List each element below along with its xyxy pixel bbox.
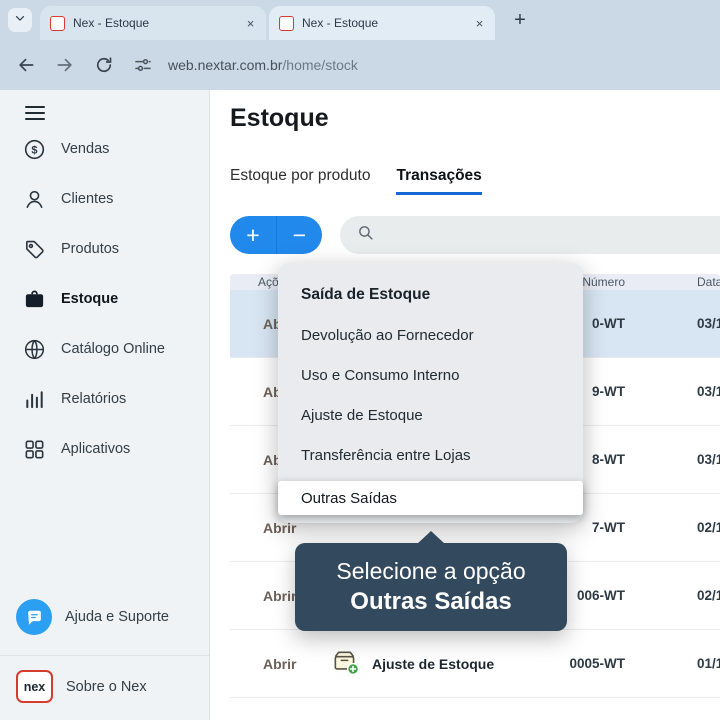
tab-title: Nex - Estoque [73,16,150,30]
sidebar-item-label: Catálogo Online [61,341,165,357]
menu-item-outras-saidas[interactable]: Outras Saídas [278,481,583,515]
forward-button[interactable] [55,55,75,75]
menu-item-devolucao-fornecedor[interactable]: Devolução ao Fornecedor [278,315,583,355]
tooltip-line-2: Outras Saídas [350,588,512,615]
tab-estoque-por-produto[interactable]: Estoque por produto [230,167,370,195]
sidebar-item-vendas[interactable]: $ Vendas [0,124,209,174]
sidebar-item-label: Vendas [61,141,110,157]
sidebar-bottom: Ajuda e Suporte nex Sobre o Nex [0,588,209,717]
sidebar-item-label: Clientes [61,191,114,207]
chat-icon [16,599,52,635]
sidebar-item-label: Relatórios [61,391,127,407]
row-date: 02/1 [697,520,720,535]
hamburger-icon [25,106,45,108]
tag-icon [26,240,44,258]
site-settings-button[interactable] [133,55,153,75]
sidebar-item-ajuda-suporte[interactable]: Ajuda e Suporte [0,588,209,646]
bar-chart-icon [26,390,43,408]
open-link[interactable]: Abrir [263,656,296,672]
url-field[interactable]: web.nextar.com.br/home/stock [168,57,358,73]
browser-window: Nex - Estoque × Nex - Estoque × + web.ne… [0,0,720,720]
add-transaction-button[interactable]: + [230,216,276,254]
new-tab-button[interactable]: + [507,7,533,33]
back-button[interactable] [16,55,36,75]
browser-tab-2[interactable]: Nex - Estoque × [269,6,495,40]
row-date: 03/1 [697,452,720,467]
back-arrow-icon [19,58,34,72]
remove-transaction-button[interactable]: − [276,216,322,254]
page-title: Estoque [230,104,329,132]
sidebar-item-estoque[interactable]: Estoque [0,274,209,324]
browser-tab-1[interactable]: Nex - Estoque × [40,6,266,40]
table-row: Abrir Ajuste de Estoque 0005-WT 01/1 [230,630,720,698]
nex-favicon [50,15,65,31]
chevron-down-icon [13,11,27,30]
tune-icon [135,58,151,71]
menu-item-transferencia-lojas[interactable]: Transferência entre Lojas [278,435,583,475]
nex-favicon [279,15,294,31]
reload-button[interactable] [94,55,114,75]
row-date: 02/1 [697,588,720,603]
tooltip-line-1: Selecione a opção [336,558,526,584]
search-input[interactable] [384,227,720,243]
grid-icon [25,440,44,458]
menu-toggle-button[interactable] [25,106,45,120]
row-date: 03/1 [697,316,720,331]
sidebar-item-relatorios[interactable]: Relatórios [0,374,209,424]
url-path: /home/stock [282,57,358,73]
briefcase-icon [25,290,44,307]
sidebar-item-sobre-nex[interactable]: nex Sobre o Nex [0,656,209,717]
globe-icon [24,339,45,359]
sidebar-item-aplicativos[interactable]: Aplicativos [0,424,209,474]
stock-action-buttons: + − [230,216,322,254]
dollar-circle-icon: $ [24,139,45,159]
sidebar: $ Vendas Clientes Produtos Estoque Catál… [0,90,210,720]
tab-title: Nex - Estoque [302,16,379,30]
browser-tab-strip: Nex - Estoque × Nex - Estoque × + [0,0,720,40]
stock-out-menu: Saída de Estoque Devolução ao Fornecedor… [278,263,583,523]
stock-adjust-box-icon [330,647,360,680]
search-icon [357,224,374,246]
sidebar-item-produtos[interactable]: Produtos [0,224,209,274]
sidebar-item-label: Aplicativos [61,441,131,457]
about-label: Sobre o Nex [66,678,147,695]
svg-text:$: $ [31,144,37,156]
sidebar-item-label: Estoque [61,291,119,307]
menu-item-uso-consumo-interno[interactable]: Uso e Consumo Interno [278,355,583,395]
close-tab-icon[interactable]: × [471,15,488,32]
menu-header: Saída de Estoque [301,286,431,303]
coachmark-tooltip: Selecione a opção Outras Saídas [295,531,567,631]
close-tab-icon[interactable]: × [242,15,259,32]
row-number: 006-WT [576,588,625,603]
search-bar[interactable] [340,216,720,254]
url-domain: web.nextar.com.br [168,57,283,73]
sidebar-item-clientes[interactable]: Clientes [0,174,209,224]
transaction-type: Ajuste de Estoque [372,655,495,672]
tab-search-button[interactable] [8,8,32,32]
row-number: 0005-WT [569,656,625,671]
forward-arrow-icon [57,58,72,72]
menu-item-ajuste-de-estoque[interactable]: Ajuste de Estoque [278,395,583,435]
sidebar-item-label: Produtos [61,241,120,257]
open-link[interactable]: Abrir [263,588,296,604]
nex-logo: nex [16,670,53,703]
view-tabs: Estoque por produto Transações [230,167,720,195]
toolbar: + − [230,216,720,254]
reload-icon [96,57,112,73]
row-date: 01/1 [697,656,720,671]
person-icon [26,190,43,208]
help-label: Ajuda e Suporte [65,609,169,625]
address-bar: web.nextar.com.br/home/stock [0,40,720,90]
header-data: Data [697,275,720,289]
tab-transacoes[interactable]: Transações [396,167,482,195]
sidebar-item-catalogo-online[interactable]: Catálogo Online [0,324,209,374]
row-date: 03/1 [697,384,720,399]
